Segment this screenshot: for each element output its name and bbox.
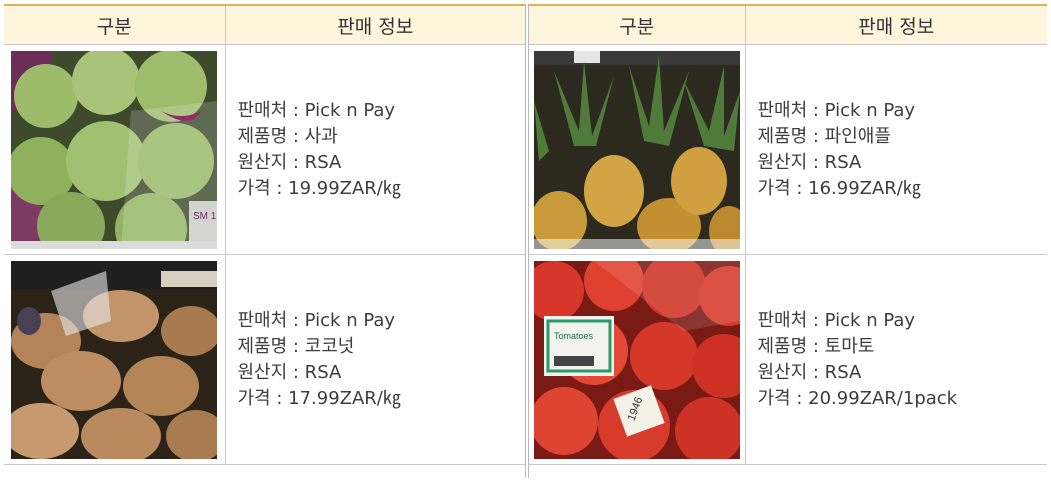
origin-line: 원산지 : RSA: [757, 361, 862, 383]
product-image-cell: [4, 254, 226, 465]
price-line: 가격 : 20.99ZAR/1pack: [757, 387, 958, 409]
origin-line: 원산지 : RSA: [237, 361, 342, 383]
left-table-panel: 구분 판매 정보 SM 1 판매처: Pick n Pay 제품명: 사과 …: [4, 4, 525, 480]
apple-bag-text: SM 1.5: [193, 211, 217, 222]
header-category: 구분: [4, 6, 226, 45]
product-info-cell: 판매처 : Pick n Pay 제품명 : 사과 원산지 : RSA 가격 :…: [225, 44, 525, 255]
table-header-row: 구분 판매 정보: [529, 6, 1047, 45]
seller-line: 판매처 : Pick n Pay: [757, 99, 916, 121]
seller-line: 판매처 : Pick n Pay: [237, 309, 396, 331]
header-category: 구분: [529, 6, 746, 45]
product-table-right: 구분 판매 정보 판매처: Pick n Pay 제품명: 파인애플 원산지…: [529, 6, 1047, 465]
seller-line: 판매처 : Pick n Pay: [237, 99, 396, 121]
origin-line: 원산지 : RSA: [757, 151, 862, 173]
right-table-panel: 구분 판매 정보 판매처: Pick n Pay 제품명: 파인애플 원산지…: [529, 4, 1047, 480]
product-name-line: 제품명 : 사과: [237, 125, 338, 147]
product-image-cell: Tomatoes 1946: [529, 254, 746, 465]
table-row: 판매처 : Pick n Pay 제품명 : 파인애플 원산지 : RSA 가격…: [529, 44, 1047, 255]
green-apples-in-bag-photo: SM 1.5: [11, 50, 218, 249]
product-info-cell: 판매처 : Pick n Pay 제품명 : 토마토 원산지 : RSA 가격 …: [745, 254, 1047, 465]
product-name-line: 제품명 : 토마토: [757, 335, 875, 357]
product-table-left: 구분 판매 정보 SM 1 판매처: Pick n Pay 제품명: 사과 …: [4, 6, 525, 465]
coconuts-photo: [11, 260, 218, 459]
header-sales-info: 판매 정보: [745, 6, 1047, 45]
product-info-cell: 판매처 : Pick n Pay 제품명 : 코코넛 원산지 : RSA 가격 …: [225, 254, 525, 465]
tomatoes-pack-photo: Tomatoes 1946: [533, 260, 740, 459]
table-row: 판매처 : Pick n Pay 제품명 : 코코넛 원산지 : RSA 가격 …: [4, 254, 525, 465]
product-image-cell: [529, 44, 746, 255]
product-name-line: 제품명 : 파인애플: [757, 125, 891, 147]
origin-line: 원산지 : RSA: [237, 151, 342, 173]
table-row: Tomatoes 1946 판매처 : Pick n Pay 제품명 : 토마토…: [529, 254, 1047, 465]
price-line: 가격 : 19.99ZAR/㎏: [237, 177, 401, 199]
seller-line: 판매처 : Pick n Pay: [757, 309, 916, 331]
product-image-cell: SM 1.5: [4, 44, 226, 255]
table-header-row: 구분 판매 정보: [4, 6, 525, 45]
table-row: SM 1.5 판매처 : Pick n Pay 제품명 : 사과 원산지 : R…: [4, 44, 525, 255]
product-name-line: 제품명 : 코코넛: [237, 335, 355, 357]
price-line: 가격 : 16.99ZAR/㎏: [757, 177, 921, 199]
tomato-label-text: Tomatoes: [554, 331, 594, 341]
product-info-cell: 판매처 : Pick n Pay 제품명 : 파인애플 원산지 : RSA 가격…: [745, 44, 1047, 255]
price-line: 가격 : 17.99ZAR/㎏: [237, 387, 401, 409]
header-sales-info: 판매 정보: [225, 6, 525, 45]
pineapples-photo: [533, 50, 740, 249]
